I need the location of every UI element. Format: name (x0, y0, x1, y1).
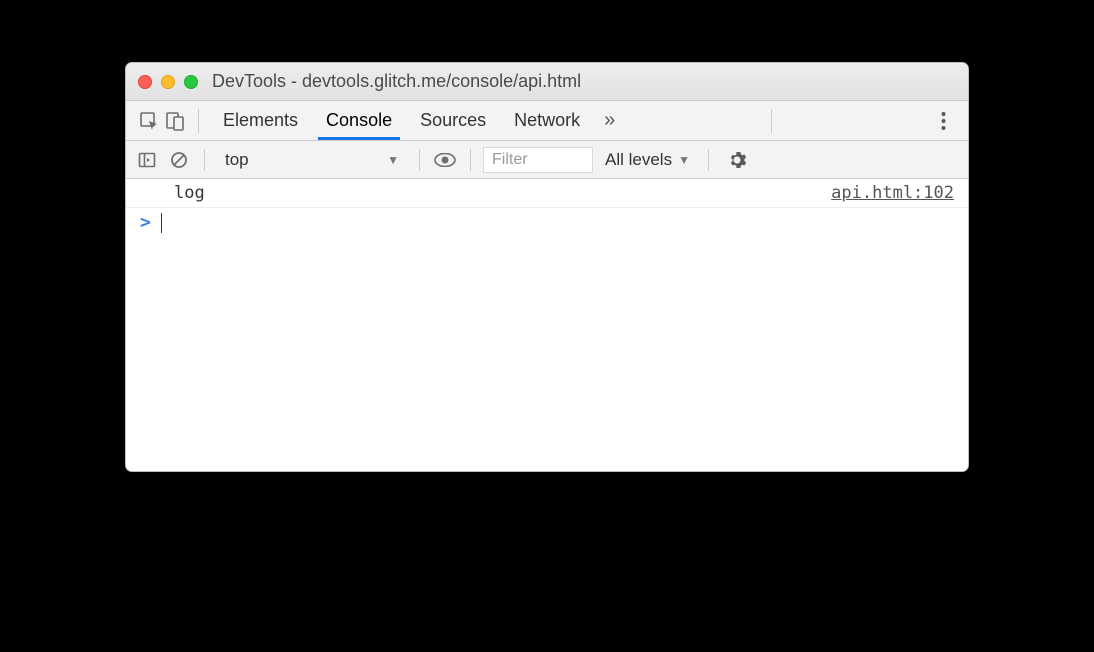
console-output: log api.html:102 > (126, 179, 968, 471)
tab-network[interactable]: Network (500, 101, 594, 140)
tab-sources[interactable]: Sources (406, 101, 500, 140)
panel-tabs: Elements Console Sources Network » (209, 101, 625, 140)
titlebar: DevTools - devtools.glitch.me/console/ap… (126, 63, 968, 101)
devtools-window: DevTools - devtools.glitch.me/console/ap… (125, 62, 969, 472)
prompt-caret-icon: > (140, 212, 151, 233)
tab-elements[interactable]: Elements (209, 101, 312, 140)
log-levels-selector[interactable]: All levels ▼ (599, 150, 696, 170)
tab-console[interactable]: Console (312, 101, 406, 140)
chevron-down-icon: ▼ (387, 153, 399, 167)
context-label: top (225, 150, 249, 170)
toolbar-divider (204, 149, 205, 171)
levels-label: All levels (605, 150, 672, 170)
filter-input[interactable] (483, 147, 593, 173)
device-toolbar-icon[interactable] (162, 108, 188, 134)
console-log-entry: log api.html:102 (126, 179, 968, 208)
console-settings-icon[interactable] (727, 150, 747, 170)
zoom-window-button[interactable] (184, 75, 198, 89)
main-toolbar: Elements Console Sources Network » (126, 101, 968, 141)
log-message: log (174, 183, 205, 203)
minimize-window-button[interactable] (161, 75, 175, 89)
text-cursor (161, 213, 163, 233)
toolbar-divider (470, 149, 471, 171)
toolbar-divider (771, 109, 772, 133)
toolbar-divider (198, 109, 199, 133)
execution-context-selector[interactable]: top ▼ (217, 148, 407, 172)
console-prompt[interactable]: > (126, 208, 968, 237)
settings-menu-button[interactable] (928, 111, 958, 131)
console-toolbar: top ▼ All levels ▼ (126, 141, 968, 179)
toolbar-divider (708, 149, 709, 171)
window-controls (138, 75, 198, 89)
window-title: DevTools - devtools.glitch.me/console/ap… (212, 71, 581, 92)
close-window-button[interactable] (138, 75, 152, 89)
inspect-element-icon[interactable] (136, 108, 162, 134)
chevron-down-icon: ▼ (678, 153, 690, 167)
toggle-console-sidebar-icon[interactable] (134, 147, 160, 173)
clear-console-icon[interactable] (166, 147, 192, 173)
live-expression-icon[interactable] (432, 147, 458, 173)
more-tabs-button[interactable]: » (594, 101, 625, 140)
toolbar-divider (419, 149, 420, 171)
log-source-link[interactable]: api.html:102 (831, 183, 954, 203)
